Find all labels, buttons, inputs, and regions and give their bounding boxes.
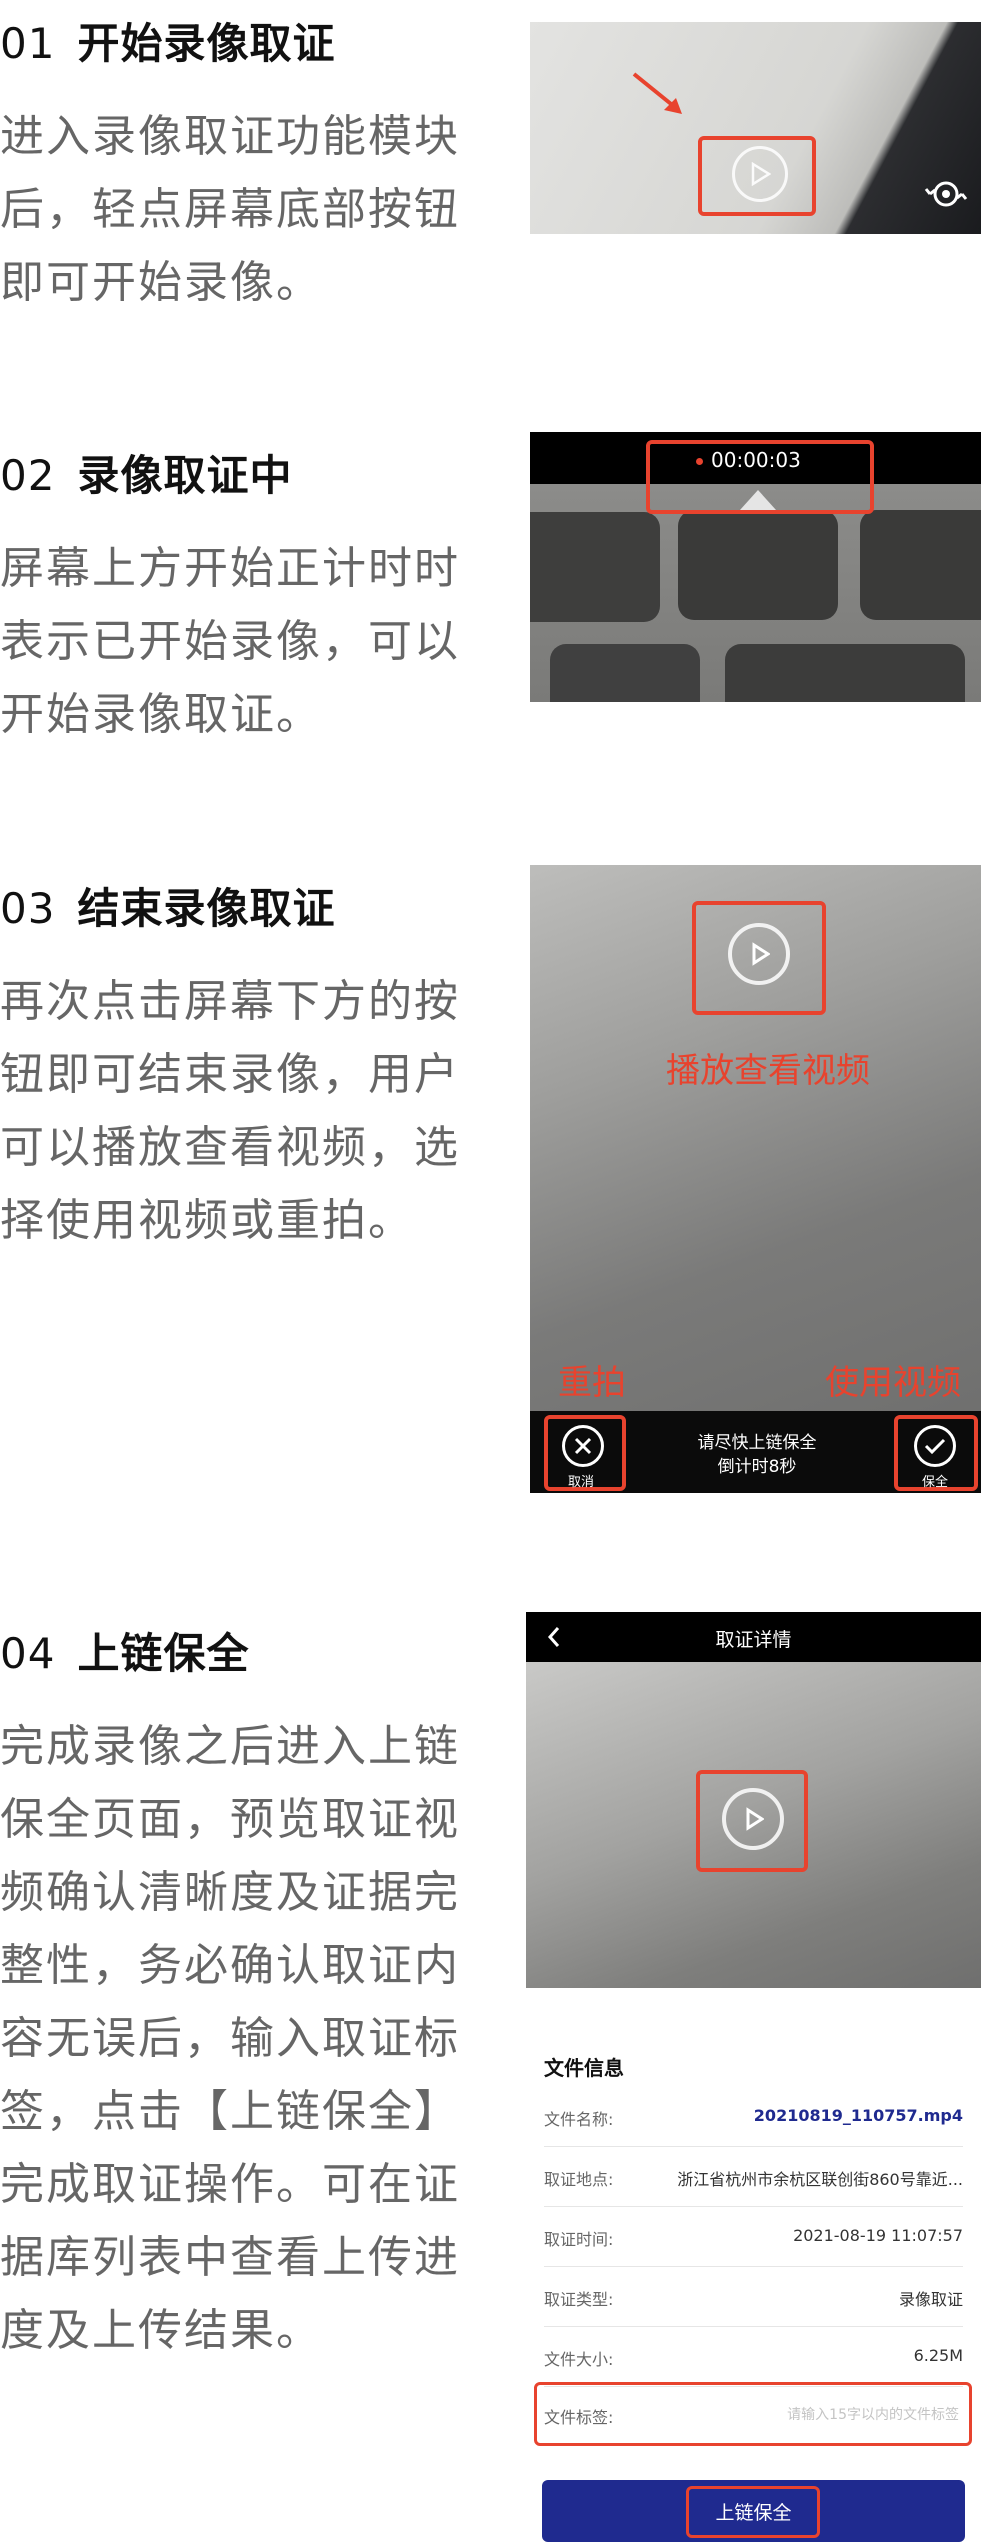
arrow-icon <box>632 72 682 114</box>
step-2-title: 02 录像取证中 <box>0 451 293 500</box>
chain-preserve-button[interactable]: 上链保全 <box>542 2480 965 2542</box>
use-video-label: 使用视频 <box>825 1363 961 1403</box>
play-video-button[interactable] <box>722 1788 784 1850</box>
record-button[interactable] <box>732 146 788 202</box>
recording-timer: 00:00:03 <box>696 448 801 472</box>
cancel-button[interactable] <box>562 1425 604 1467</box>
header-bar: 取证详情 <box>526 1612 981 1662</box>
step-1-desc: 进入录像取证功能模块 后，轻点屏幕底部按钮 即可开始录像。 <box>0 111 460 308</box>
play-video-button[interactable] <box>728 923 790 985</box>
screenshot-end-recording: 播放查看视频 重拍 使用视频 取消 请尽快上链保全 倒计时8秒 保全 <box>530 865 981 1493</box>
upload-hint: 请尽快上链保全 倒计时8秒 <box>697 1433 817 1477</box>
camera-view <box>530 484 981 702</box>
step-1-title: 01 开始录像取证 <box>0 19 336 68</box>
step-4-title: 04 上链保全 <box>0 1629 250 1678</box>
info-row-time: 取证时间: 2021-08-19 11:07:57 <box>544 2206 963 2267</box>
check-icon <box>924 1438 946 1455</box>
info-row-filename: 文件名称: 20210819_110757.mp4 <box>544 2086 963 2147</box>
play-video-label: 播放查看视频 <box>666 1051 870 1091</box>
step-2-desc: 屏幕上方开始正计时时 表示已开始录像，可以 开始录像取证。 <box>0 543 460 740</box>
video-preview <box>526 1662 981 1988</box>
info-row-location: 取证地点: 浙江省杭州市余杭区联创街860号靠近... <box>544 2146 963 2207</box>
cancel-label: 取消 <box>568 1475 595 1490</box>
save-button[interactable] <box>914 1425 956 1467</box>
header-title: 取证详情 <box>715 1629 792 1651</box>
info-row-size: 文件大小: 6.25M <box>544 2326 963 2387</box>
step-3-desc: 再次点击屏幕下方的按 钮即可结束录像，用户 可以播放查看视频，选 择使用视频或重… <box>0 976 460 1246</box>
switch-camera-icon[interactable] <box>924 172 968 216</box>
info-row-type: 取证类型: 录像取证 <box>544 2266 963 2327</box>
screenshot-start-recording <box>530 22 981 234</box>
chain-preserve-label: 上链保全 <box>715 2502 792 2524</box>
step-3-title: 03 结束录像取证 <box>0 884 336 933</box>
play-icon <box>746 1807 764 1831</box>
tag-input[interactable]: 请输入15字以内的文件标签 <box>787 2404 959 2424</box>
retake-label: 重拍 <box>558 1363 626 1403</box>
play-icon <box>751 162 771 186</box>
step-4-desc: 完成录像之后进入上链 保全页面，预览取证视 频确认清晰度及证据完 整性，务必确认… <box>0 1721 460 2356</box>
recording-dot-icon <box>696 458 703 465</box>
bottom-bar: 取消 请尽快上链保全 倒计时8秒 保全 <box>530 1411 981 1493</box>
screenshot-chain-preserve: 取证详情 文件信息 文件名称: 20210819_110757.mp4 取证地点:… <box>526 1612 981 2547</box>
tag-label: 文件标签: <box>544 2408 614 2427</box>
play-icon <box>752 942 770 966</box>
file-info-title: 文件信息 <box>544 2056 624 2080</box>
save-label: 保全 <box>922 1475 949 1490</box>
close-icon <box>574 1437 592 1455</box>
screenshot-recording: 00:00:03 <box>530 432 981 702</box>
